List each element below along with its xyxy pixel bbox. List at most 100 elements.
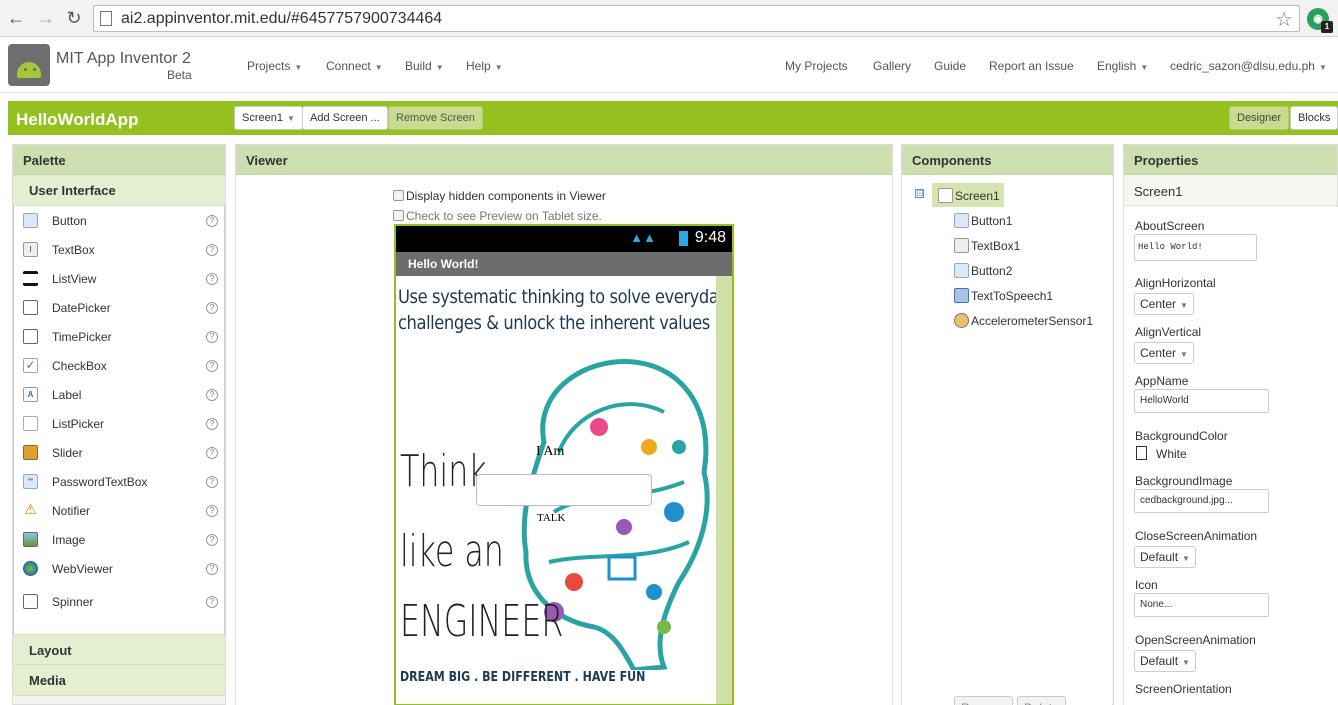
palette-item-image[interactable]: Image?: [14, 525, 224, 554]
palette-item-notifier[interactable]: ⚠ Notifier?: [14, 496, 224, 525]
prop-icon-input[interactable]: None...: [1134, 593, 1269, 617]
palette-item-spinner[interactable]: Spinner?: [14, 587, 224, 616]
collapse-icon[interactable]: ⊟: [915, 189, 924, 198]
menu-account[interactable]: cedric_sazon@dlsu.edu.ph ▼: [1170, 59, 1327, 73]
prop-about-input[interactable]: Hello World!: [1134, 234, 1257, 261]
tree-item-button1[interactable]: Button1: [954, 213, 1012, 228]
properties-title: Properties: [1124, 145, 1337, 175]
palette-item-label: Notifier: [52, 504, 91, 518]
palette-item-textbox[interactable]: I TextBox?: [14, 235, 224, 264]
help-icon[interactable]: ?: [206, 534, 218, 546]
link-my-projects[interactable]: My Projects: [785, 59, 848, 73]
checkbox-box[interactable]: [393, 190, 404, 201]
prop-close-anim-select[interactable]: Default ▼: [1134, 546, 1196, 568]
tree-item-textbox1[interactable]: TextBox1: [954, 238, 1020, 253]
designer-button[interactable]: Designer: [1229, 106, 1290, 130]
palette-item-label: TextBox: [52, 243, 95, 257]
menu-help[interactable]: Help ▼: [466, 59, 503, 73]
android-eye-right: [33, 68, 36, 71]
help-icon[interactable]: ?: [206, 563, 218, 575]
component-textbox[interactable]: [476, 474, 652, 506]
palette-item-button[interactable]: Button?: [14, 206, 224, 235]
add-screen-button[interactable]: Add Screen ...: [302, 106, 388, 130]
delete-button[interactable]: Delete: [1017, 696, 1066, 705]
help-icon[interactable]: ?: [206, 302, 218, 314]
help-icon[interactable]: ?: [206, 596, 218, 608]
menu-connect[interactable]: Connect ▼: [326, 59, 383, 73]
prop-bgimage-input[interactable]: cedbackground.jpg...: [1134, 489, 1269, 513]
help-icon[interactable]: ?: [206, 360, 218, 372]
palette-item-label: ListPicker: [52, 417, 105, 431]
spinner-icon: [23, 594, 38, 609]
palette-section-layout[interactable]: Layout: [13, 634, 225, 665]
palette-item-label: Spinner: [52, 595, 94, 609]
prop-align-h-select[interactable]: Center ▼: [1134, 293, 1194, 315]
palette-item-label: TimePicker: [52, 330, 112, 344]
help-icon[interactable]: ?: [206, 244, 218, 256]
rename-button[interactable]: Rename: [954, 696, 1014, 705]
menu-account-label: cedric_sazon@dlsu.edu.ph: [1170, 59, 1315, 73]
textbox-icon: [954, 238, 969, 253]
help-icon[interactable]: ?: [206, 331, 218, 343]
tree-item-accelerometersensor1[interactable]: AccelerometerSensor1: [954, 313, 1093, 328]
reload-icon[interactable]: ↻: [64, 8, 84, 28]
color-swatch-icon[interactable]: [1136, 446, 1147, 460]
back-icon[interactable]: ←: [6, 8, 26, 28]
globe-icon: [23, 561, 38, 576]
menu-language-label: English: [1097, 59, 1137, 73]
tree-item-screen1[interactable]: Screen1: [938, 188, 1000, 203]
link-gallery[interactable]: Gallery: [873, 59, 911, 73]
palette-item-label: Label: [52, 388, 82, 402]
palette-item-timepicker[interactable]: TimePicker?: [14, 322, 224, 351]
caret-down-icon: ▼: [286, 114, 295, 123]
tree-item-texttospeech1[interactable]: TextToSpeech1: [954, 288, 1053, 303]
page-icon: [100, 11, 112, 26]
component-label-i-am[interactable]: I Am: [536, 444, 564, 460]
tablet-preview-checkbox[interactable]: Check to see Preview on Tablet size.: [393, 209, 602, 223]
forward-icon[interactable]: →: [36, 8, 56, 28]
prop-bgcolor-value[interactable]: White: [1156, 447, 1187, 461]
viewer-body: Display hidden components in Viewer Chec…: [236, 175, 892, 705]
display-hidden-checkbox[interactable]: Display hidden components in Viewer: [393, 189, 606, 203]
palette-item-label[interactable]: A Label?: [14, 380, 224, 409]
palette-item-listpicker[interactable]: ListPicker?: [14, 409, 224, 438]
component-talk-button[interactable]: TALK: [537, 512, 565, 524]
tree-item-button2[interactable]: Button2: [954, 263, 1012, 278]
help-icon[interactable]: ?: [206, 215, 218, 227]
link-guide[interactable]: Guide: [934, 59, 966, 73]
remove-screen-button[interactable]: Remove Screen: [388, 106, 483, 130]
palette-item-datepicker[interactable]: DatePicker?: [14, 293, 224, 322]
menu-language[interactable]: English ▼: [1097, 59, 1148, 73]
palette-item-slider[interactable]: Slider?: [14, 438, 224, 467]
prop-align-v-select[interactable]: Center ▼: [1134, 342, 1194, 364]
extension-eye-icon[interactable]: ◉ 1: [1307, 8, 1333, 33]
help-icon[interactable]: ?: [206, 389, 218, 401]
phone-scrollbar[interactable]: [716, 276, 732, 704]
prop-open-anim-select[interactable]: Default ▼: [1134, 650, 1196, 672]
palette-section-media[interactable]: Media: [13, 665, 225, 696]
help-icon[interactable]: ?: [206, 505, 218, 517]
screen-background-image[interactable]: Use systematic thinking to solve everyda…: [396, 276, 732, 704]
blocks-button[interactable]: Blocks: [1290, 106, 1338, 130]
checkbox-box[interactable]: [393, 210, 404, 221]
link-report-issue[interactable]: Report an Issue: [989, 59, 1074, 73]
palette-item-listview[interactable]: ListView?: [14, 264, 224, 293]
prop-close-anim-value: Default: [1140, 550, 1179, 564]
palette-item-webviewer[interactable]: WebViewer?: [14, 554, 224, 583]
help-icon[interactable]: ?: [206, 447, 218, 459]
palette-item-passwordtextbox[interactable]: ** PasswordTextBox?: [14, 467, 224, 496]
help-icon[interactable]: ?: [206, 273, 218, 285]
menu-projects[interactable]: Projects ▼: [247, 59, 302, 73]
address-bar[interactable]: ai2.appinventor.mit.edu/#645775790073446…: [93, 5, 1300, 32]
menu-build[interactable]: Build ▼: [405, 59, 444, 73]
bookmark-star-icon[interactable]: ☆: [1275, 7, 1293, 32]
screen-select[interactable]: Screen1 ▼: [234, 106, 303, 130]
palette-section-user-interface[interactable]: User Interface: [13, 175, 225, 206]
brand-beta: Beta: [167, 68, 192, 82]
app-inventor-logo[interactable]: [8, 44, 50, 86]
help-icon[interactable]: ?: [206, 476, 218, 488]
help-icon[interactable]: ?: [206, 418, 218, 430]
palette-item-checkbox[interactable]: ✓ CheckBox?: [14, 351, 224, 380]
image-icon: [23, 532, 38, 547]
prop-appname-input[interactable]: HelloWorld: [1134, 389, 1269, 413]
